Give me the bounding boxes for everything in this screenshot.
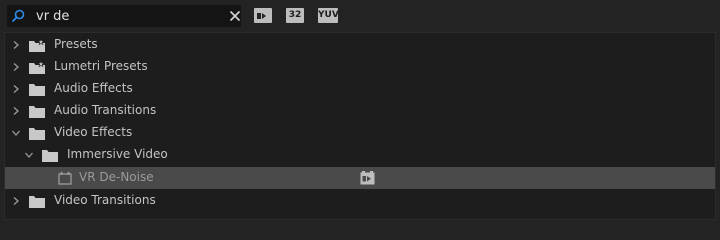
tree-item-vr-de-noise[interactable]: VR De-Noise — [5, 167, 715, 189]
folder-icon — [42, 150, 58, 162]
chevron-right-icon[interactable] — [11, 40, 21, 50]
tree-item-immersive-video[interactable]: Immersive Video — [5, 144, 715, 166]
clear-search-icon[interactable] — [229, 10, 241, 22]
tree-item-audio-effects[interactable]: Audio Effects — [5, 78, 715, 100]
tree-item-label: Video Transitions — [54, 193, 156, 207]
effects-toolbar: 32 YUV — [0, 0, 720, 32]
tree-item-label: Immersive Video — [67, 147, 168, 161]
chevron-right-icon[interactable] — [11, 62, 21, 72]
tree-item-video-transitions[interactable]: Video Transitions — [5, 190, 715, 212]
32-bit-color-button[interactable]: 32 — [286, 8, 304, 23]
tree-item-label: VR De-Noise — [79, 170, 154, 184]
search-box[interactable] — [7, 5, 241, 27]
chevron-right-icon[interactable] — [11, 196, 21, 206]
search-icon — [11, 9, 25, 23]
folder-icon — [29, 196, 45, 208]
accelerated-effects-icon — [255, 8, 271, 22]
tree-item-lumetri-presets[interactable]: Lumetri Presets — [5, 56, 715, 78]
preset-folder-icon — [29, 39, 45, 52]
tree-item-label: Audio Transitions — [54, 103, 157, 117]
folder-icon — [29, 128, 45, 140]
folder-icon — [29, 84, 45, 96]
preset-folder-icon — [29, 61, 45, 74]
tree-item-label: Audio Effects — [54, 81, 133, 95]
tree-item-audio-transitions[interactable]: Audio Transitions — [5, 100, 715, 122]
tree-item-video-effects[interactable]: Video Effects — [5, 122, 715, 144]
search-input[interactable] — [36, 6, 216, 26]
tree-item-presets[interactable]: Presets — [5, 34, 715, 56]
accelerated-icon — [360, 171, 375, 185]
chevron-down-icon[interactable] — [24, 150, 34, 160]
effects-tree: Presets Lumetri Presets Audio Effects Au… — [4, 32, 716, 220]
tree-item-label: Presets — [54, 37, 98, 51]
accelerated-effects-button[interactable] — [254, 8, 272, 23]
folder-icon — [29, 106, 45, 118]
chevron-right-icon[interactable] — [11, 84, 21, 94]
yuv-effects-button[interactable]: YUV — [318, 8, 339, 23]
chevron-right-icon[interactable] — [11, 106, 21, 116]
chevron-down-icon[interactable] — [11, 128, 21, 138]
tree-item-label: Lumetri Presets — [54, 59, 148, 73]
effect-icon — [58, 172, 72, 185]
tree-item-label: Video Effects — [54, 125, 133, 139]
